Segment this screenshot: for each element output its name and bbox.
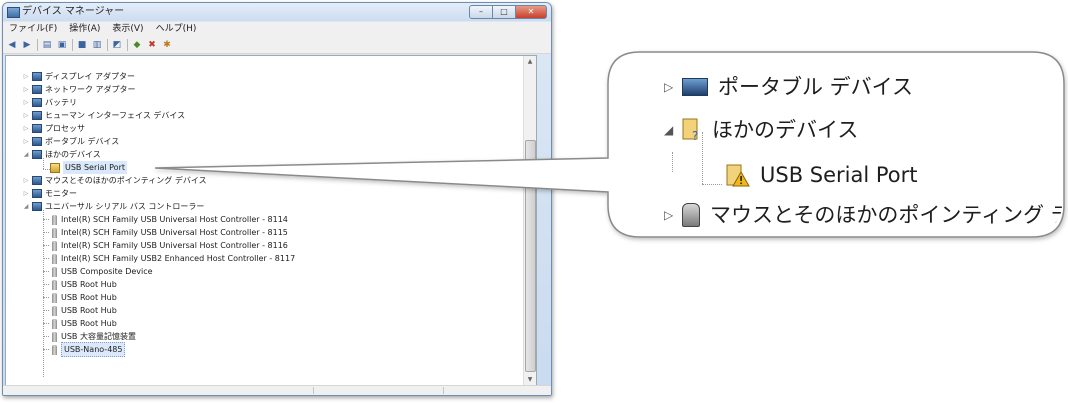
mouse-icon	[682, 203, 700, 227]
zoom-row-portable-devices: ▷ ポータブル デバイス	[664, 70, 913, 104]
zoom-expand-icon: ▷	[664, 80, 674, 94]
zoom-callout: ▷ ポータブル デバイス ◢ ? ほかのデバイス USB Serial Port…	[612, 70, 1062, 233]
zoom-row-label: マウスとそのほかのポインティング デバイス	[710, 203, 1062, 227]
zoom-tree-connector	[672, 152, 673, 172]
unknown-device-icon: ?	[682, 118, 702, 143]
zoom-row-label: ほかのデバイス	[712, 118, 859, 142]
portable-device-icon	[682, 78, 708, 96]
zoom-collapse-icon: ◢	[664, 123, 674, 137]
zoom-row-label: USB Serial Port	[760, 163, 918, 187]
zoom-row-other-devices: ◢ ? ほかのデバイス	[664, 113, 858, 147]
zoom-expand-icon: ▷	[664, 208, 674, 222]
zoom-row-label: ポータブル デバイス	[718, 75, 914, 99]
zoom-tree-connector	[702, 184, 722, 185]
zoom-row-mouse-devices: ▷ マウスとそのほかのポインティング デバイス	[664, 198, 1062, 232]
svg-text:?: ?	[692, 129, 698, 142]
zoom-row-usb-serial-port[interactable]: USB Serial Port	[726, 158, 918, 192]
warning-device-icon	[726, 163, 750, 187]
